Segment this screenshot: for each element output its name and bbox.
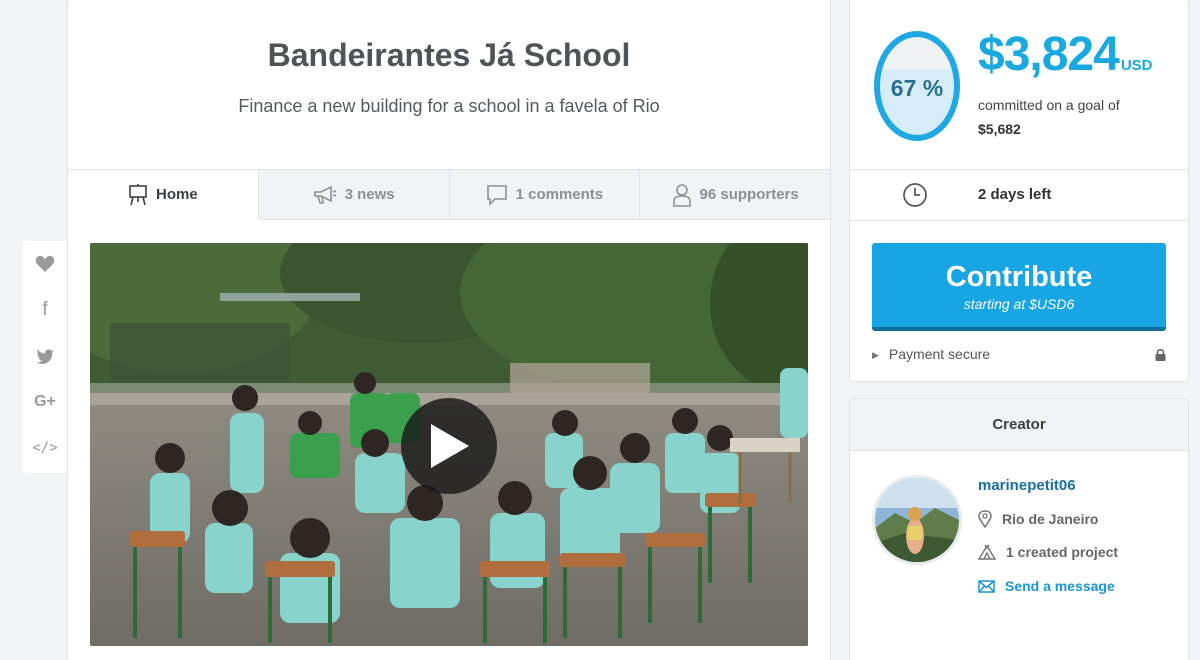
user-icon	[672, 183, 692, 207]
google-plus-icon[interactable]: G+	[23, 379, 67, 425]
goal-text: committed on a goal of $5,682	[978, 93, 1120, 141]
payment-secure[interactable]: ▶ Payment secure	[872, 346, 1166, 362]
days-left: 2 days left	[978, 186, 1052, 203]
play-button[interactable]	[401, 398, 497, 494]
facebook-icon[interactable]: f	[23, 287, 67, 333]
page-title: Bandeirantes Já School	[267, 37, 631, 73]
tab-label: 3 news	[344, 186, 395, 203]
easel-icon	[128, 183, 148, 206]
embed-icon[interactable]: </>	[23, 425, 67, 471]
tent-icon	[978, 544, 996, 560]
location-pin-icon	[978, 510, 992, 528]
heart-icon[interactable]	[23, 241, 67, 287]
tab-label: 1 comments	[515, 186, 604, 203]
envelope-icon	[978, 579, 995, 593]
project-panel: Bandeirantes Já School Finance a new bui…	[67, 0, 831, 660]
project-tabs: Home 3 news 1 comments 96 supporters	[68, 170, 830, 220]
contribute-label: Contribute	[945, 261, 1093, 293]
project-header: Bandeirantes Já School Finance a new bui…	[68, 0, 830, 170]
funding-card: 67 % $3,824 USD committed on a goal of $5…	[849, 0, 1189, 382]
tab-home[interactable]: Home	[68, 170, 259, 220]
avatar[interactable]	[872, 475, 962, 565]
creator-name[interactable]: marinepetit06	[978, 477, 1076, 494]
contribute-sublabel: starting at $USD6	[963, 296, 1075, 312]
creator-projects: 1 created project	[978, 544, 1118, 560]
location-label: Rio de Janeiro	[1002, 511, 1099, 527]
tab-supporters[interactable]: 96 supporters	[640, 170, 830, 220]
projects-label: 1 created project	[1006, 544, 1119, 560]
project-subtitle: Finance a new building for a school in a…	[238, 96, 660, 116]
payment-secure-label: Payment secure	[888, 346, 991, 362]
funding-percent: 67 %	[890, 75, 944, 101]
committed-label: committed on a goal of	[978, 97, 1120, 113]
creator-card: Creator marinepetit06 Rio de Janeiro 1 c…	[849, 398, 1189, 660]
deadline-row: 2 days left	[850, 169, 1188, 221]
lock-icon	[1155, 348, 1166, 361]
tab-label: 96 supporters	[699, 186, 799, 203]
tab-comments[interactable]: 1 comments	[449, 170, 641, 220]
clock-icon	[903, 183, 927, 207]
tab-label: Home	[156, 186, 198, 203]
caret-right-icon: ▶	[872, 350, 879, 360]
project-video[interactable]	[90, 243, 808, 646]
amount-raised: $3,824 USD	[978, 28, 1153, 81]
send-message-label: Send a message	[1005, 578, 1115, 594]
megaphone-icon	[313, 185, 337, 205]
share-sidebar: f G+ </>	[23, 241, 67, 473]
send-message-link[interactable]: Send a message	[978, 578, 1115, 594]
twitter-icon[interactable]	[23, 333, 67, 379]
currency-label: USD	[1120, 57, 1153, 74]
goal-amount: $5,682	[978, 121, 1021, 137]
creator-location: Rio de Janeiro	[978, 510, 1098, 528]
comment-icon	[486, 184, 508, 206]
play-icon	[431, 424, 469, 468]
contribute-button[interactable]: Contribute starting at $USD6	[872, 243, 1166, 331]
tab-news[interactable]: 3 news	[258, 170, 450, 220]
creator-heading: Creator	[850, 399, 1188, 451]
